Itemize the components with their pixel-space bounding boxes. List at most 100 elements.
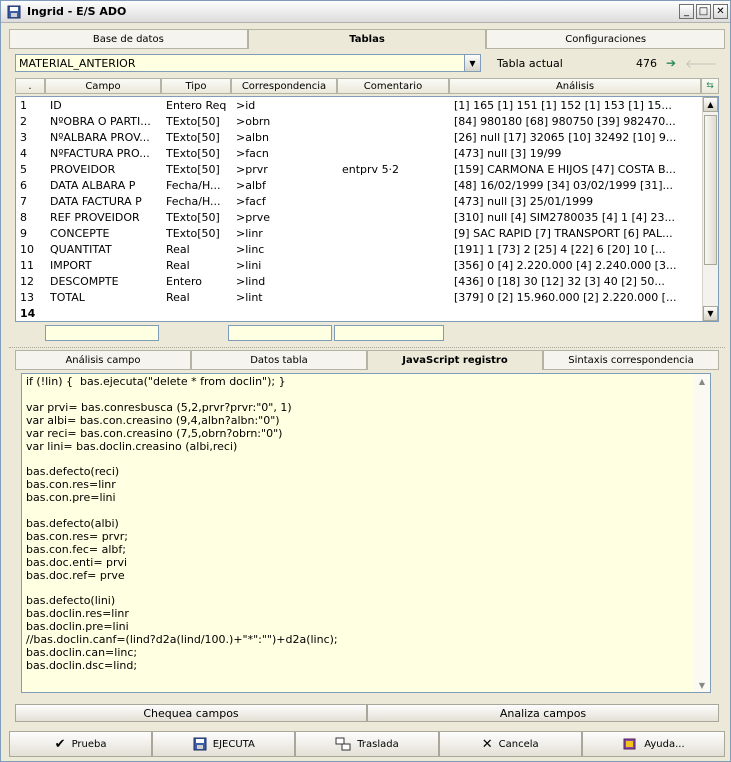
row-index[interactable]: 12 (16, 275, 46, 288)
tab-configuraciones[interactable]: Configuraciones (486, 29, 726, 49)
table-row[interactable]: 14 (16, 305, 718, 321)
col-header-index[interactable]: . (15, 78, 45, 94)
col-header-analisis[interactable]: Análisis (449, 78, 701, 94)
row-index[interactable]: 7 (16, 195, 46, 208)
table-row[interactable]: 6 DATA ALBARA P Fecha/H... >albf [48] 16/02/… (16, 177, 718, 193)
row-tipo[interactable]: TExto[50] (162, 163, 232, 176)
row-index[interactable]: 13 (16, 291, 46, 304)
traslada-button[interactable]: Traslada (295, 731, 439, 757)
row-campo[interactable]: PROVEIDOR (46, 163, 162, 176)
col-header-comentario[interactable]: Comentario (337, 78, 449, 94)
tab-javascript-registro[interactable]: JavaScript registro (367, 350, 543, 370)
row-campo[interactable]: ID (46, 99, 162, 112)
row-campo[interactable]: DATA FACTURA P (46, 195, 162, 208)
row-analisis[interactable]: [379] 0 [2] 15.960.000 [2] 2.220.000 [..… (450, 291, 702, 304)
row-index[interactable]: 8 (16, 211, 46, 224)
table-row[interactable]: 4 NºFACTURA PRO... TExto[50] >facn [473] nul… (16, 145, 718, 161)
row-tipo[interactable]: TExto[50] (162, 131, 232, 144)
next-arrow-icon[interactable]: ➔ (663, 56, 679, 70)
tab-analisis-campo[interactable]: Análisis campo (15, 350, 191, 370)
filter-correspondencia[interactable] (228, 325, 332, 341)
row-campo[interactable]: NºALBARA PROV... (46, 131, 162, 144)
row-index[interactable]: 5 (16, 163, 46, 176)
ayuda-button[interactable]: Ayuda... (581, 731, 726, 757)
row-tipo[interactable]: TExto[50] (162, 211, 232, 224)
row-index[interactable]: 4 (16, 147, 46, 160)
row-tipo[interactable]: Entero (162, 275, 232, 288)
row-analisis[interactable]: [48] 16/02/1999 [34] 03/02/1999 [31]... (450, 179, 702, 192)
row-analisis[interactable]: [310] null [4] SIM2780035 [4] 1 [4] 23..… (450, 211, 702, 224)
tab-tablas[interactable]: Tablas (247, 29, 487, 49)
table-row[interactable]: 13 TOTAL Real >lint [379] 0 [2] 15.960.000 [… (16, 289, 718, 305)
row-correspondencia[interactable]: >lini (232, 259, 338, 272)
row-correspondencia[interactable]: >albf (232, 179, 338, 192)
row-correspondencia[interactable]: >facf (232, 195, 338, 208)
table-row[interactable]: 12 DESCOMPTE Entero >lind [436] 0 [18] 30 [1… (16, 273, 718, 289)
row-tipo[interactable]: Real (162, 291, 232, 304)
row-index[interactable]: 1 (16, 99, 46, 112)
row-tipo[interactable]: TExto[50] (162, 115, 232, 128)
row-correspondencia[interactable]: >prvr (232, 163, 338, 176)
table-combobox[interactable]: MATERIAL_ANTERIOR ▼ (15, 54, 481, 72)
col-header-tipo[interactable]: Tipo (161, 78, 231, 94)
row-correspondencia[interactable]: >facn (232, 147, 338, 160)
row-analisis[interactable]: [191] 1 [73] 2 [25] 4 [22] 6 [20] 10 [..… (450, 243, 702, 256)
col-header-campo[interactable]: Campo (45, 78, 161, 94)
row-analisis[interactable]: [473] null [3] 19/99 (450, 147, 702, 160)
row-campo[interactable]: NºOBRA O PARTI... (46, 115, 162, 128)
row-analisis[interactable]: [159] CARMONA E HIJOS [47] COSTA B... (450, 163, 702, 176)
row-correspondencia[interactable]: >id (232, 99, 338, 112)
tab-datos-tabla[interactable]: Datos tabla (191, 350, 367, 370)
row-index[interactable]: 6 (16, 179, 46, 192)
row-tipo[interactable]: TExto[50] (162, 227, 232, 240)
row-analisis[interactable]: [473] null [3] 25/01/1999 (450, 195, 702, 208)
table-row[interactable]: 5 PROVEIDOR TExto[50] >prvr entprv 5·2 [159] … (16, 161, 718, 177)
row-correspondencia[interactable]: >linr (232, 227, 338, 240)
splitter[interactable] (9, 347, 725, 348)
row-campo[interactable]: DESCOMPTE (46, 275, 162, 288)
fields-grid[interactable]: 1 ID Entero Req >id [1] 165 [1] 151 [1] 152 … (15, 96, 719, 322)
table-row[interactable]: 2 NºOBRA O PARTI... TExto[50] >obrn [84] 980… (16, 113, 718, 129)
col-header-correspondencia[interactable]: Correspondencia (231, 78, 337, 94)
row-tipo[interactable]: Real (162, 243, 232, 256)
grid-scrollbar[interactable]: ▲ ▼ (702, 97, 718, 321)
table-row[interactable]: 8 REF PROVEIDOR TExto[50] >prve [310] null [… (16, 209, 718, 225)
row-index[interactable]: 2 (16, 115, 46, 128)
row-comentario[interactable]: entprv 5·2 (338, 163, 450, 176)
table-row[interactable]: 1 ID Entero Req >id [1] 165 [1] 151 [1] 152 … (16, 97, 718, 113)
filter-comentario[interactable] (334, 325, 444, 341)
script-text[interactable]: if (!lin) { bas.ejecuta("delete * from d… (22, 374, 710, 675)
table-row[interactable]: 9 CONCEPTE TExto[50] >linr [9] SAC RAPID [7]… (16, 225, 718, 241)
row-correspondencia[interactable]: >prve (232, 211, 338, 224)
row-campo[interactable]: TOTAL (46, 291, 162, 304)
cancela-button[interactable]: ✕ Cancela (438, 731, 582, 757)
row-analisis[interactable]: [436] 0 [18] 30 [12] 32 [3] 40 [2] 50... (450, 275, 702, 288)
prueba-button[interactable]: ✔ Prueba (9, 731, 153, 757)
close-button[interactable]: ✕ (713, 4, 728, 19)
table-row[interactable]: 10 QUANTITAT Real >linc [191] 1 [73] 2 [25] … (16, 241, 718, 257)
row-correspondencia[interactable]: >albn (232, 131, 338, 144)
row-analisis[interactable]: [84] 980180 [68] 980750 [39] 982470... (450, 115, 702, 128)
editor-scroll-down-icon[interactable]: ▼ (695, 678, 709, 692)
scroll-up-icon[interactable]: ▲ (703, 97, 718, 112)
row-index[interactable]: 3 (16, 131, 46, 144)
row-index[interactable]: 11 (16, 259, 46, 272)
row-tipo[interactable]: Fecha/H... (162, 195, 232, 208)
row-analisis[interactable]: [356] 0 [4] 2.220.000 [4] 2.240.000 [3..… (450, 259, 702, 272)
row-tipo[interactable]: Fecha/H... (162, 179, 232, 192)
minimize-button[interactable]: _ (679, 4, 694, 19)
ejecuta-button[interactable]: EJECUTA (152, 731, 296, 757)
row-correspondencia[interactable]: >lint (232, 291, 338, 304)
previous-arrow-icon[interactable]: 🡐 (685, 56, 717, 71)
table-row[interactable]: 7 DATA FACTURA P Fecha/H... >facf [473] null… (16, 193, 718, 209)
row-tipo[interactable]: Entero Req (162, 99, 232, 112)
scroll-thumb[interactable] (704, 115, 717, 265)
row-tipo[interactable]: Real (162, 259, 232, 272)
row-analisis[interactable]: [9] SAC RAPID [7] TRANSPORT [6] PAL... (450, 227, 702, 240)
maximize-button[interactable]: □ (696, 4, 711, 19)
row-analisis[interactable]: [26] null [17] 32065 [10] 32492 [10] 9..… (450, 131, 702, 144)
row-campo[interactable]: NºFACTURA PRO... (46, 147, 162, 160)
row-campo[interactable]: REF PROVEIDOR (46, 211, 162, 224)
chequea-campos-button[interactable]: Chequea campos (15, 704, 367, 722)
tab-base-de-datos[interactable]: Base de datos (9, 29, 248, 49)
